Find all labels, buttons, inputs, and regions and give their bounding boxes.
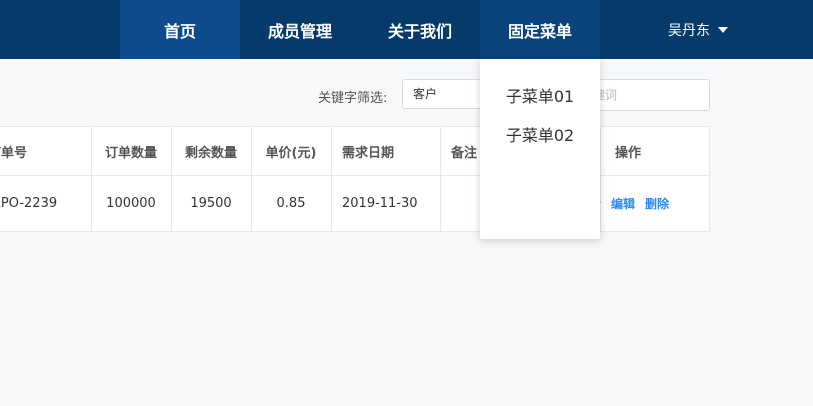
user-name: 吴丹东 xyxy=(668,22,710,39)
header-remaining: 剩余数量 xyxy=(184,145,237,161)
header-unit-price: 单价(元) xyxy=(265,145,317,161)
nav-home-label: 首页 xyxy=(163,21,196,41)
nav-member-management[interactable]: 成员管理 xyxy=(240,0,360,59)
fixed-menu-dropdown: 子菜单01 子菜单02 xyxy=(480,59,600,239)
orders-table: 订单号 订单数量 剩余数量 单价(元) 需求日期 备注 操作 XPO-2239 … xyxy=(0,126,710,232)
nav-about-us-label: 关于我们 xyxy=(387,21,452,41)
caret-down-icon xyxy=(718,26,728,33)
delete-link[interactable]: 删除 xyxy=(645,195,669,212)
table-row: XPO-2239 xyxy=(0,175,91,231)
submenu-item-02[interactable]: 子菜单02 xyxy=(480,114,600,153)
nav-fixed-menu-label: 固定菜单 xyxy=(507,21,572,41)
header-quantity: 订单数量 xyxy=(104,145,157,161)
cell-order-no: XPO-2239 xyxy=(0,196,58,211)
edit-link[interactable]: 编辑 xyxy=(611,195,635,212)
top-nav-bar: 首页 成员管理 关于我们 固定菜单 吴丹东 xyxy=(0,0,813,59)
header-date: 需求日期 xyxy=(342,145,395,161)
filter-type-value: 客户 xyxy=(413,87,438,101)
cell-quantity: 100000 xyxy=(91,175,171,231)
nav-about-us[interactable]: 关于我们 xyxy=(360,0,480,59)
cell-remaining: 19500 xyxy=(171,175,251,231)
cell-unit-price: 0.85 xyxy=(251,175,331,231)
submenu-item-01[interactable]: 子菜单01 xyxy=(480,75,600,114)
header-actions: 操作 xyxy=(615,145,642,161)
cell-date: 2019-11-30 xyxy=(331,175,440,231)
user-menu[interactable]: 吴丹东 xyxy=(668,0,728,59)
nav-home[interactable]: 首页 xyxy=(120,0,240,59)
header-order-no: 订单号 xyxy=(0,145,28,161)
nav-member-management-label: 成员管理 xyxy=(267,21,332,41)
nav-fixed-menu[interactable]: 固定菜单 xyxy=(480,0,600,59)
filter-label: 关键字筛选: xyxy=(318,91,388,106)
